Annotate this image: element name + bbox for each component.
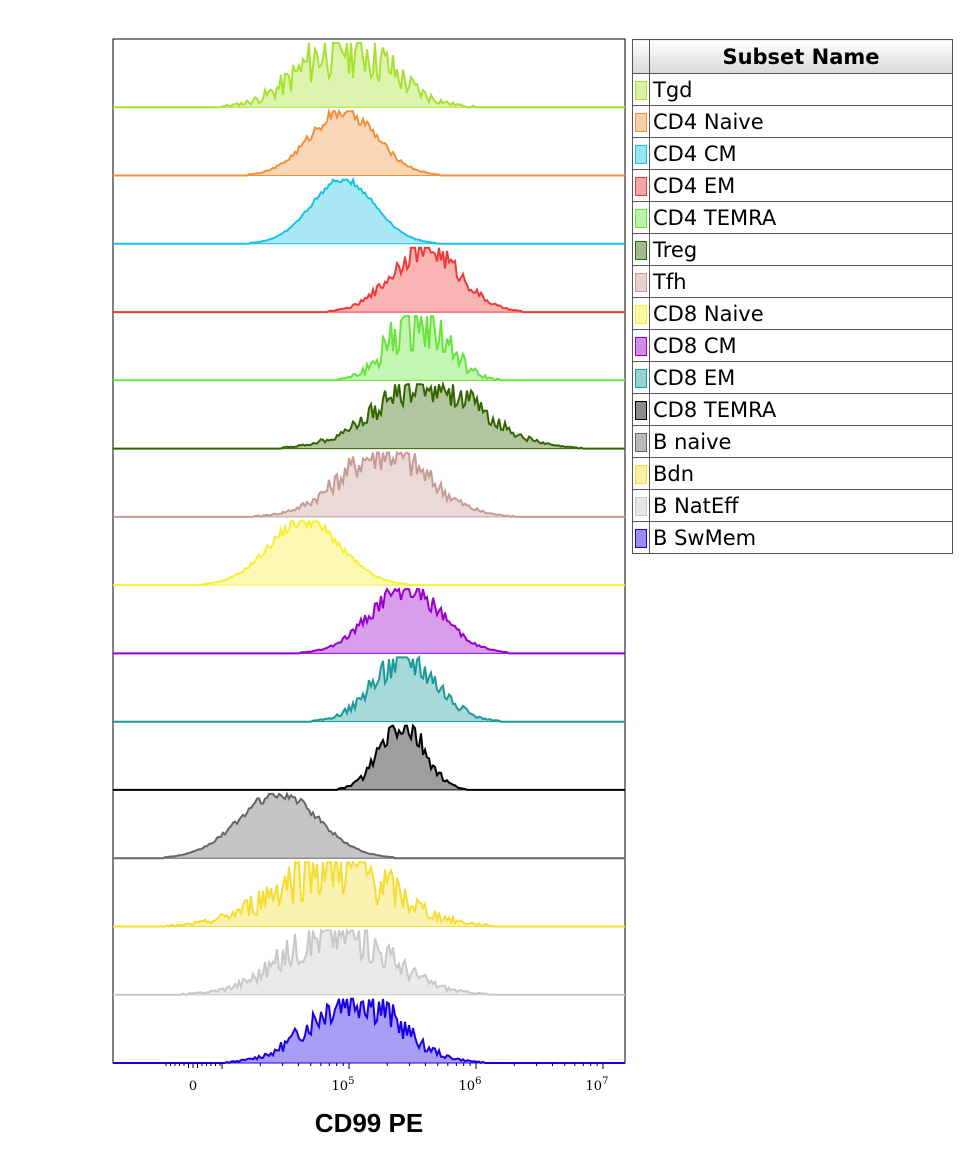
legend-swatch-cell bbox=[632, 297, 650, 330]
legend-row: CD8 CM bbox=[632, 329, 953, 362]
legend-swatch bbox=[635, 240, 647, 260]
legend-row: CD4 EM bbox=[632, 169, 953, 202]
legend-swatch bbox=[635, 144, 647, 164]
x-tick-label: 107 bbox=[586, 1076, 609, 1094]
legend-row: CD4 CM bbox=[632, 137, 953, 170]
legend-swatch bbox=[635, 336, 647, 356]
legend-label: CD8 EM bbox=[649, 361, 953, 394]
legend-row: CD8 Naive bbox=[632, 297, 953, 330]
legend-label: B NatEff bbox=[649, 489, 953, 522]
legend-label: CD4 TEMRA bbox=[649, 201, 953, 234]
legend-label: B SwMem bbox=[649, 521, 953, 554]
x-axis: 0 105 106 107 bbox=[165, 1063, 609, 1094]
legend-row: Treg bbox=[632, 233, 953, 266]
legend-label: Treg bbox=[649, 233, 953, 266]
legend-label: CD4 Naive bbox=[649, 105, 953, 138]
legend-label: CD8 Naive bbox=[649, 297, 953, 330]
legend-header-swatch-cell bbox=[632, 39, 650, 74]
legend-label: CD8 TEMRA bbox=[649, 393, 953, 426]
legend-swatch-cell bbox=[632, 265, 650, 298]
legend-swatch bbox=[635, 432, 647, 452]
legend-swatch-cell bbox=[632, 137, 650, 170]
legend-swatch bbox=[635, 368, 647, 388]
legend-row: Tfh bbox=[632, 265, 953, 298]
x-tick-label: 0 bbox=[189, 1079, 197, 1094]
legend-swatch bbox=[635, 496, 647, 516]
legend-swatch-cell bbox=[632, 329, 650, 362]
legend-swatch-cell bbox=[632, 457, 650, 490]
x-tick-label: 105 bbox=[332, 1076, 355, 1094]
legend-row: Bdn bbox=[632, 457, 953, 490]
legend-row: B SwMem bbox=[632, 521, 953, 554]
legend-swatch bbox=[635, 80, 647, 100]
legend-label: CD8 CM bbox=[649, 329, 953, 362]
legend-swatch-cell bbox=[632, 233, 650, 266]
legend-label: CD4 EM bbox=[649, 169, 953, 202]
legend-row: Tgd bbox=[632, 73, 953, 106]
legend-swatch bbox=[635, 304, 647, 324]
legend-row: CD8 EM bbox=[632, 361, 953, 394]
legend-header: Subset Name bbox=[649, 39, 953, 74]
legend-row: B naive bbox=[632, 425, 953, 458]
legend-row: CD4 TEMRA bbox=[632, 201, 953, 234]
legend-label: Bdn bbox=[649, 457, 953, 490]
legend-row: CD8 TEMRA bbox=[632, 393, 953, 426]
legend-swatch-cell bbox=[632, 393, 650, 426]
legend-swatch bbox=[635, 464, 647, 484]
legend-table: Subset Name Tgd CD4 Naive CD4 CM CD4 EM CD4 … bbox=[632, 39, 953, 554]
legend-swatch bbox=[635, 528, 647, 548]
legend-swatch bbox=[635, 176, 647, 196]
legend-swatch-cell bbox=[632, 489, 650, 522]
legend-swatch bbox=[635, 112, 647, 132]
legend-swatch-cell bbox=[632, 425, 650, 458]
legend-body: Tgd CD4 Naive CD4 CM CD4 EM CD4 TEMRA Treg Tfh… bbox=[632, 73, 953, 554]
legend-swatch-cell bbox=[632, 169, 650, 202]
legend-swatch-cell bbox=[632, 201, 650, 234]
legend-swatch bbox=[635, 272, 647, 292]
legend-label: Tfh bbox=[649, 265, 953, 298]
legend-header-row: Subset Name bbox=[632, 39, 953, 74]
legend-row: B NatEff bbox=[632, 489, 953, 522]
legend-swatch bbox=[635, 400, 647, 420]
legend-swatch bbox=[635, 208, 647, 228]
legend-swatch-cell bbox=[632, 105, 650, 138]
legend-swatch-cell bbox=[632, 521, 650, 554]
x-tick-label: 106 bbox=[459, 1076, 482, 1094]
legend-swatch-cell bbox=[632, 73, 650, 106]
legend-swatch-cell bbox=[632, 361, 650, 394]
legend-row: CD4 Naive bbox=[632, 105, 953, 138]
legend-label: Tgd bbox=[649, 73, 953, 106]
legend-label: CD4 CM bbox=[649, 137, 953, 170]
legend-label: B naive bbox=[649, 425, 953, 458]
x-axis-title: CD99 PE bbox=[315, 1108, 423, 1138]
